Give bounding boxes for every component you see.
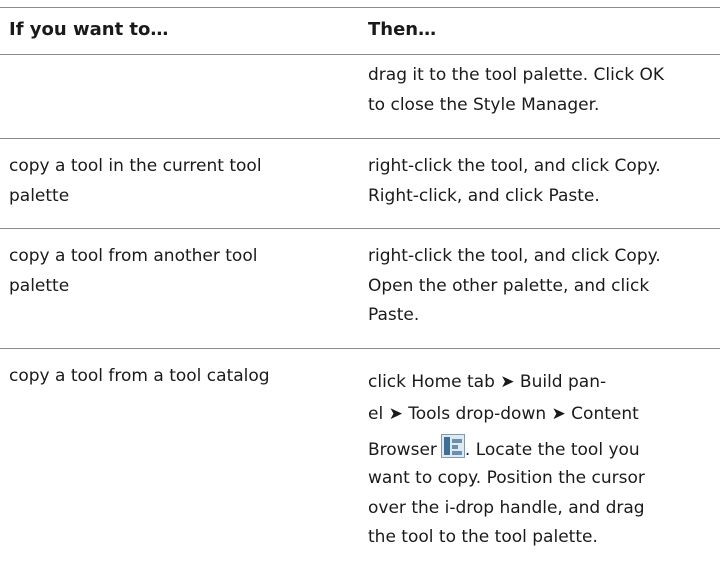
header-rule — [0, 54, 720, 55]
table-row-1-action: copy a tool in the current tool palette — [9, 152, 329, 211]
table-top-rule — [0, 7, 720, 8]
row-1-action-line-1: palette — [9, 185, 70, 206]
row-3-result-line-1: el ➤ Tools drop-down ➤ Content — [368, 404, 639, 424]
row-2-result-line-0: right-click the tool, and click Copy. — [368, 246, 661, 266]
row-3-result-line-4: over the i-drop handle, and drag — [368, 497, 645, 518]
row-2-result-line-2: Paste. — [368, 305, 420, 325]
row-2-rule — [0, 348, 720, 349]
row-3-result-browser-text: Browser — [368, 440, 437, 460]
table-row-2-result: right-click the tool, and click Copy. Op… — [368, 242, 713, 331]
row-0-rule — [0, 138, 720, 139]
table-row-3-result: click Home tab ➤ Build pan- el ➤ Tools d… — [368, 368, 713, 553]
row-3-result-line-0: click Home tab ➤ Build pan- — [368, 372, 607, 392]
content-browser-icon[interactable] — [440, 434, 465, 458]
row-1-action-line-0: copy a tool in the current tool — [9, 156, 262, 176]
table-row-0-result: drag it to the tool palette. Click OK to… — [368, 61, 713, 120]
row-0-result-line-0: drag it to the tool palette. Click OK — [368, 65, 664, 85]
row-3-result-line-3: want to copy. Position the cursor — [368, 468, 645, 488]
row-1-result-line-1: Right-click, and click Paste. — [368, 185, 600, 206]
row-0-result-line-1: to close the Style Manager. — [368, 94, 600, 115]
row-1-rule — [0, 228, 720, 229]
header-col-then: Then… — [368, 19, 437, 40]
row-3-action-line-0: copy a tool from a tool catalog — [9, 366, 270, 386]
header-col-if-you-want: If you want to… — [9, 19, 169, 40]
table-row-2-action: copy a tool from another tool palette — [9, 242, 329, 301]
row-3-result-browser-rest: . Locate the tool you — [464, 440, 640, 460]
row-3-result-line-2: Browser . Locate the tool you — [368, 434, 713, 464]
row-2-action-line-1: palette — [9, 275, 70, 296]
row-1-result-line-0: right-click the tool, and click Copy. — [368, 156, 661, 176]
row-2-action-line-0: copy a tool from another tool — [9, 246, 258, 266]
row-3-result-line-5: the tool to the tool palette. — [368, 527, 598, 547]
table-row-3-action: copy a tool from a tool catalog — [9, 362, 329, 392]
table-row-1-result: right-click the tool, and click Copy. Ri… — [368, 152, 713, 211]
row-2-result-line-1: Open the other palette, and click — [368, 275, 650, 296]
